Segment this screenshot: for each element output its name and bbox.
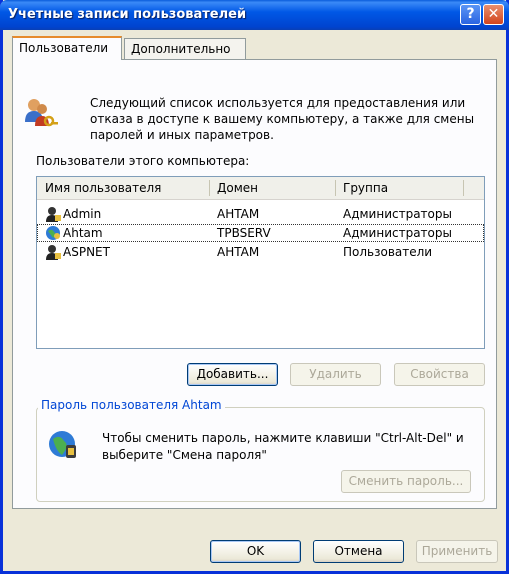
table-row[interactable]: Ahtam TPBSERV Администраторы	[37, 224, 484, 242]
users-listview[interactable]: Имя пользователя Домен Группа Admin AHTA…	[36, 176, 485, 349]
user-group-cell: Администраторы	[343, 226, 452, 240]
column-separator[interactable]	[335, 180, 336, 196]
help-button[interactable]: ?	[460, 4, 481, 25]
window-title: Учетные записи пользователей	[8, 7, 247, 22]
cancel-button[interactable]: Отмена	[313, 540, 404, 563]
users-list-label: Пользователи этого компьютера:	[36, 154, 250, 168]
column-separator[interactable]	[463, 180, 464, 196]
user-domain-cell: AHTAM	[217, 245, 260, 259]
tab-users[interactable]: Пользователи	[12, 36, 122, 60]
user-icon	[46, 245, 61, 260]
column-separator[interactable]	[209, 180, 210, 196]
user-group-cell: Пользователи	[343, 245, 433, 259]
table-row[interactable]: Admin AHTAM Администраторы	[37, 205, 484, 223]
user-domain-cell: AHTAM	[217, 207, 260, 221]
listview-header: Имя пользователя Домен Группа	[37, 177, 484, 200]
user-name-cell: Ahtam	[63, 226, 103, 240]
intro-text: Следующий список используется для предос…	[90, 96, 475, 142]
password-globe-icon	[49, 431, 76, 458]
column-header-group[interactable]: Группа	[343, 181, 388, 195]
title-bar[interactable]: Учетные записи пользователей ? ✕	[0, 0, 509, 30]
users-keys-icon	[25, 99, 58, 127]
user-domain-cell: TPBSERV	[217, 226, 271, 240]
close-button[interactable]: ✕	[483, 4, 504, 25]
tab-advanced[interactable]: Дополнительно	[124, 38, 246, 59]
user-name-cell: Admin	[63, 207, 102, 221]
user-group-cell: Администраторы	[343, 207, 452, 221]
user-name-cell: ASPNET	[63, 245, 110, 259]
password-group-title: Пароль пользователя Ahtam	[38, 398, 225, 412]
user-globe-icon	[46, 226, 60, 240]
user-icon	[46, 207, 61, 222]
properties-button[interactable]: Свойства	[394, 363, 485, 386]
column-header-domain[interactable]: Домен	[217, 181, 258, 195]
password-instructions: Чтобы сменить пароль, нажмите клавиши "C…	[102, 431, 464, 462]
add-user-button[interactable]: Добавить...	[187, 363, 278, 386]
apply-button[interactable]: Применить	[416, 540, 498, 563]
remove-user-button[interactable]: Удалить	[290, 363, 381, 386]
column-header-username[interactable]: Имя пользователя	[45, 181, 161, 195]
table-row[interactable]: ASPNET AHTAM Пользователи	[37, 243, 484, 261]
change-password-button[interactable]: Сменить пароль...	[341, 470, 471, 493]
ok-button[interactable]: OK	[210, 540, 301, 563]
